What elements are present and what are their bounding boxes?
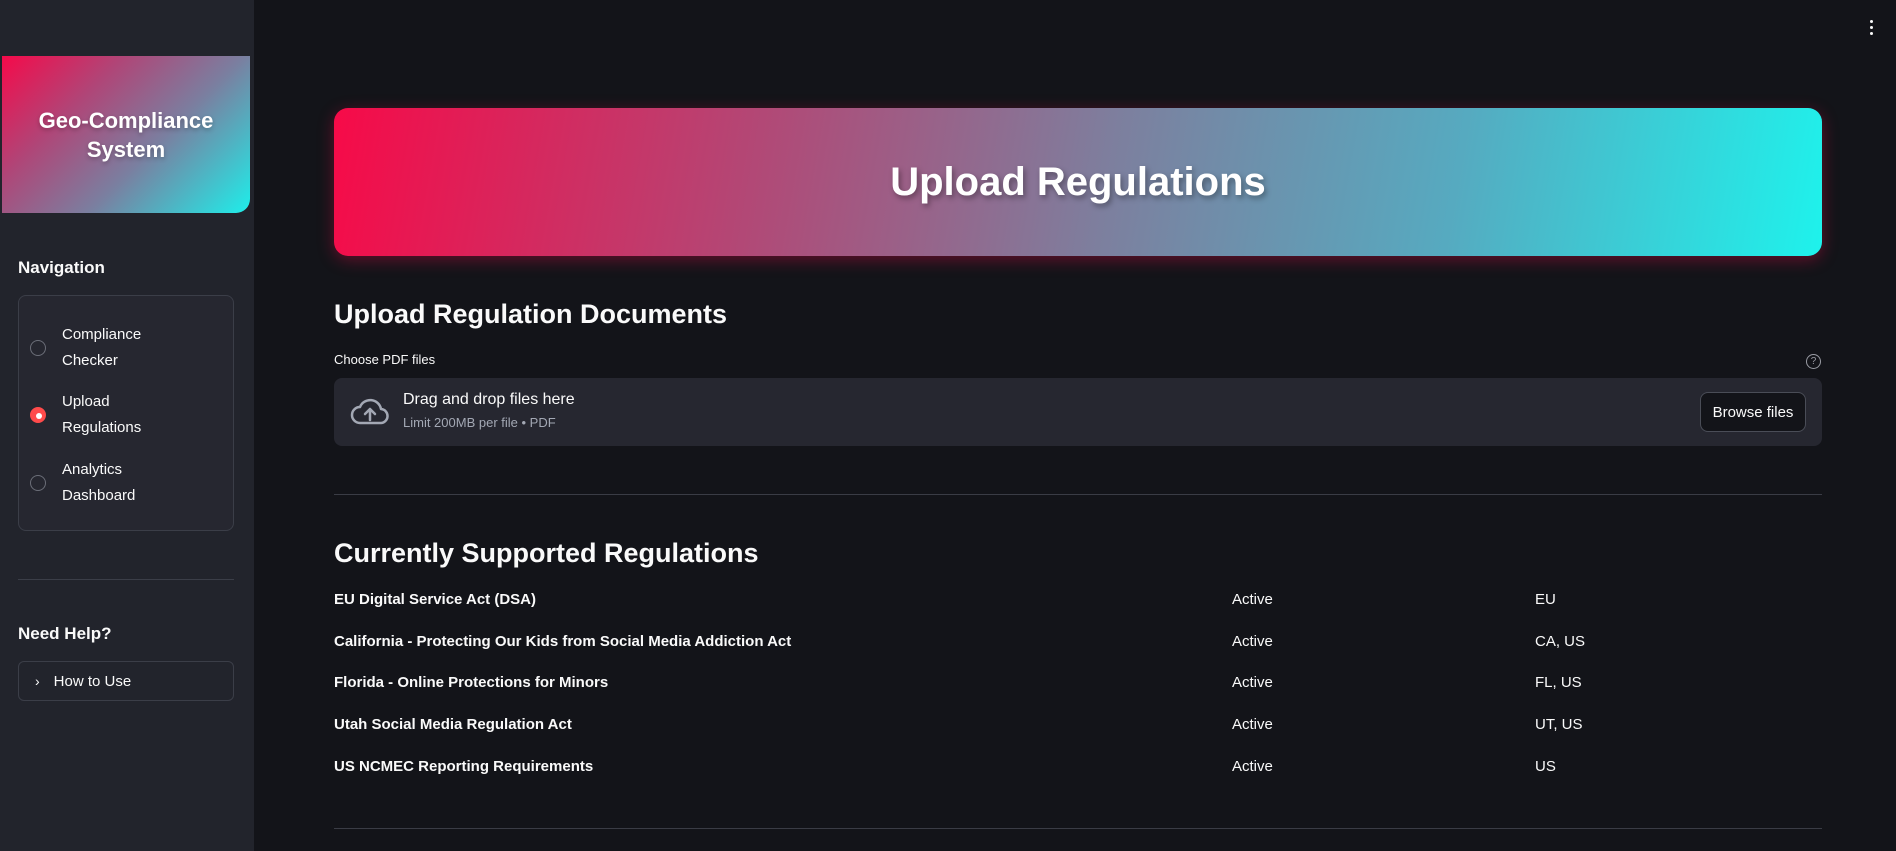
cloud-upload-icon xyxy=(350,398,389,425)
browse-files-button[interactable]: Browse files xyxy=(1700,392,1806,432)
kebab-menu-icon[interactable] xyxy=(1864,16,1878,38)
regulation-region: US xyxy=(1535,758,1556,775)
app-logo-card: Geo-Compliance System xyxy=(2,56,250,213)
regulation-region: FL, US xyxy=(1535,674,1582,691)
radio-selected-icon xyxy=(30,407,46,423)
page-title: Upload Regulations xyxy=(890,159,1266,204)
nav-item-label: Compliance Checker xyxy=(62,326,142,369)
regulation-row: EU Digital Service Act (DSA) Active EU xyxy=(334,591,1822,617)
dropzone-limit-text: Limit 200MB per file • PDF xyxy=(403,415,556,430)
regulation-status: Active xyxy=(1232,633,1273,650)
regulation-name: Florida - Online Protections for Minors xyxy=(334,674,609,691)
regulation-row: US NCMEC Reporting Requirements Active U… xyxy=(334,758,1822,784)
regulation-name: Utah Social Media Regulation Act xyxy=(334,716,572,733)
regulation-name: EU Digital Service Act (DSA) xyxy=(334,591,536,608)
nav-heading: Navigation xyxy=(18,258,105,277)
regulation-name: US NCMEC Reporting Requirements xyxy=(334,758,594,775)
sidebar: Geo-Compliance System Navigation Complia… xyxy=(0,0,254,851)
regulation-row: Florida - Online Protections for Minors … xyxy=(334,674,1822,700)
nav-item-analytics-dashboard[interactable]: Analytics Dashboard xyxy=(30,457,172,509)
regulation-region: EU xyxy=(1535,591,1556,608)
page-banner: Upload Regulations xyxy=(334,108,1822,256)
upload-section-title: Upload Regulation Documents xyxy=(334,299,728,329)
how-to-use-expander[interactable]: › How to Use xyxy=(18,661,234,701)
chevron-right-icon: › xyxy=(35,673,40,689)
app-title: Geo-Compliance System xyxy=(38,107,214,162)
section-divider xyxy=(334,494,1822,495)
regulation-region: UT, US xyxy=(1535,716,1583,733)
regulations-section-title: Currently Supported Regulations xyxy=(334,538,759,568)
dropzone-instruction: Drag and drop files here xyxy=(403,391,575,408)
help-heading: Need Help? xyxy=(18,624,112,643)
expander-label: How to Use xyxy=(53,672,132,690)
regulation-status: Active xyxy=(1232,716,1273,733)
help-icon[interactable]: ? xyxy=(1806,354,1821,369)
regulation-name: California - Protecting Our Kids from So… xyxy=(334,633,792,650)
radio-icon xyxy=(30,475,46,491)
nav-item-label: Upload Regulations xyxy=(62,393,142,436)
nav-item-compliance-checker[interactable]: Compliance Checker xyxy=(30,322,172,374)
nav-item-label: Analytics Dashboard xyxy=(62,461,136,504)
file-dropzone[interactable]: Drag and drop files here Limit 200MB per… xyxy=(334,378,1822,446)
uploader-label: Choose PDF files xyxy=(334,352,436,367)
regulation-region: CA, US xyxy=(1535,633,1586,650)
section-divider xyxy=(334,828,1822,829)
sidebar-divider xyxy=(18,579,234,580)
regulation-row: California - Protecting Our Kids from So… xyxy=(334,633,1822,659)
regulation-status: Active xyxy=(1232,674,1273,691)
regulation-row: Utah Social Media Regulation Act Active … xyxy=(334,716,1822,742)
radio-icon xyxy=(30,340,46,356)
regulation-status: Active xyxy=(1232,758,1273,775)
regulation-status: Active xyxy=(1232,591,1273,608)
nav-item-upload-regulations[interactable]: Upload Regulations xyxy=(30,389,172,441)
